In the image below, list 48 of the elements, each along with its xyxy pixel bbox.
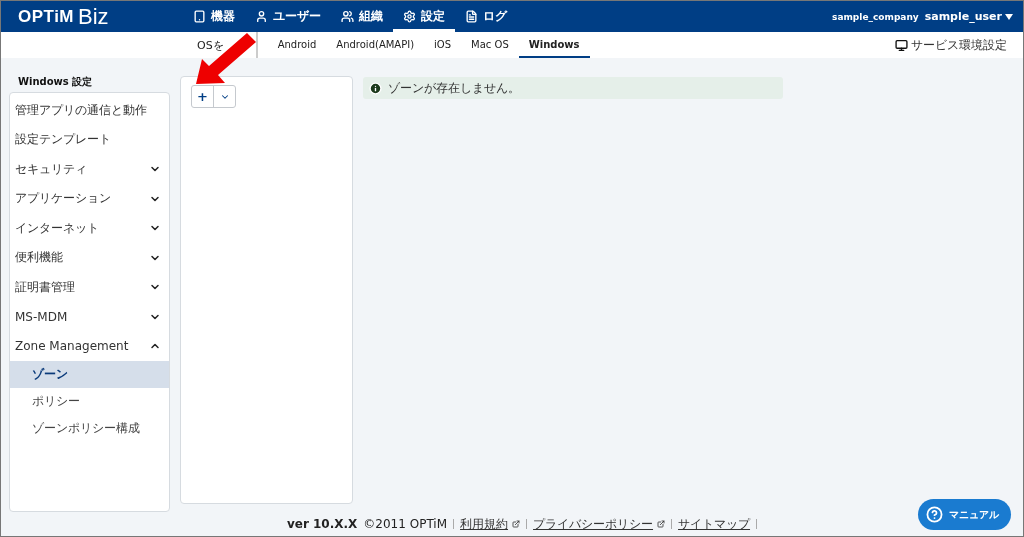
footer-link[interactable]: サイトマップ <box>678 515 751 533</box>
version-text: ver 10.X.X <box>286 517 358 532</box>
os-tab[interactable]: Android(AMAPI) <box>326 32 425 59</box>
logo-text: Biz <box>78 3 109 30</box>
sidebar-subitem[interactable]: ゾーン <box>10 360 169 388</box>
nav-tab[interactable]: ユーザー <box>245 1 331 32</box>
sidebar-item[interactable]: 便利機能 <box>10 242 169 273</box>
service-settings-link[interactable]: サービス環境設定 <box>895 32 1007 59</box>
os-tab[interactable]: OSを <box>197 37 224 53</box>
sidebar-subitem[interactable]: ゾーンポリシー構成 <box>10 414 169 442</box>
sidebar-item[interactable]: インターネット <box>10 213 169 243</box>
sidebar-item[interactable]: 証明書管理 <box>10 272 169 302</box>
help-icon <box>926 506 943 523</box>
sidebar-title: Windows 設定 <box>17 75 94 90</box>
logo-text: OPTiM <box>18 6 75 27</box>
sidebar-item[interactable]: 管理アプリの通信と動作 <box>10 95 169 125</box>
os-tab[interactable]: Mac OS <box>461 32 519 59</box>
footer-link[interactable]: 利用規約 <box>460 515 521 533</box>
sidebar-item[interactable]: アプリケーション <box>10 183 169 214</box>
nav-tab[interactable]: 組織 <box>331 1 393 32</box>
nav-tab[interactable]: ログ <box>455 1 517 32</box>
copyright-text: ©2011 OPTiM <box>363 517 448 532</box>
external-link-icon <box>512 520 521 529</box>
document-icon <box>465 10 478 23</box>
external-link-icon <box>657 520 666 529</box>
sidebar-item[interactable]: セキュリティ <box>10 154 169 184</box>
sidebar-item[interactable]: MS-MDM <box>10 301 169 332</box>
os-tab[interactable]: Windows <box>518 32 590 59</box>
monitor-icon <box>895 38 908 52</box>
info-icon <box>369 81 382 95</box>
user-icon <box>255 10 268 23</box>
sidebar-item[interactable]: 設定テンプレート <box>10 124 169 155</box>
alert-text: ゾーンが存在しません。 <box>388 79 520 97</box>
sidebar-subitem[interactable]: ポリシー <box>10 387 169 415</box>
manual-button[interactable]: マニュアル <box>918 499 1011 530</box>
footer-link[interactable]: プライバシーポリシー <box>533 515 666 533</box>
gear-icon <box>403 10 416 23</box>
company-name: sample_company <box>832 11 919 22</box>
caret-icon <box>1005 13 1013 20</box>
add-button[interactable]: + <box>192 86 214 108</box>
sidebar-item[interactable]: Zone Management <box>10 331 169 361</box>
users-icon <box>341 10 354 23</box>
os-tab[interactable]: Android <box>267 32 327 59</box>
pointer-arrow <box>195 33 257 85</box>
user-menu[interactable]: sample_user <box>924 10 1013 23</box>
tablet-icon <box>193 10 206 23</box>
nav-tab[interactable]: 機器 <box>183 1 245 32</box>
os-tab[interactable]: iOS <box>424 32 462 59</box>
